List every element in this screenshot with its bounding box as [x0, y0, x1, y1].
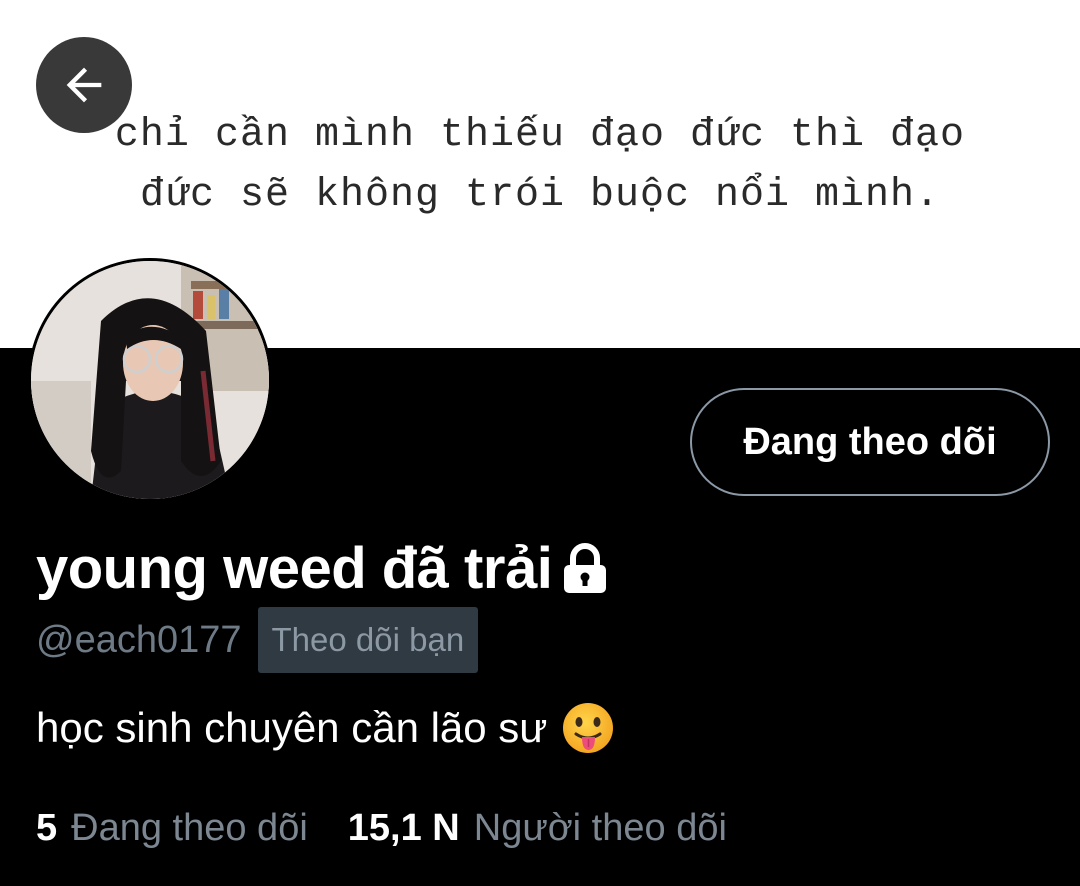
arrow-left-icon: [66, 67, 102, 103]
back-button[interactable]: [36, 37, 132, 133]
followers-label: Người theo dõi: [473, 806, 727, 849]
bio-text: học sinh chuyên cần lão sư: [36, 704, 548, 751]
bio: học sinh chuyên cần lão sư: [36, 700, 615, 756]
display-name: young weed đã trải: [36, 532, 610, 604]
banner-quote-line-2: đức sẽ không trói buộc nổi mình.: [139, 173, 941, 218]
lock-icon: [560, 542, 610, 594]
tongue-out-emoji: [561, 701, 615, 755]
follows-you-badge: Theo dõi bạn: [257, 607, 479, 673]
following-stat[interactable]: 5 Đang theo dõi: [36, 807, 308, 850]
following-label: Đang theo dõi: [71, 806, 308, 849]
avatar[interactable]: [28, 258, 272, 502]
banner-quote-line-1: chỉ cần mình thiếu đạo đức thì đạo: [114, 113, 966, 158]
avatar-photo: [31, 261, 269, 499]
follow-stats: 5 Đang theo dõi 15,1 N Người theo dõi: [36, 800, 767, 856]
followers-count: 15,1 N: [347, 806, 460, 849]
followers-stat[interactable]: 15,1 N Người theo dõi: [348, 807, 727, 850]
username-handle: @each0177: [36, 618, 242, 661]
banner-quote: chỉ cần mình thiếu đạo đức thì đạo đức s…: [0, 106, 1080, 226]
display-name-text: young weed đã trải: [36, 535, 553, 601]
handle-row: @each0177 Theo dõi bạn: [36, 607, 479, 673]
following-button[interactable]: Đang theo dõi: [690, 388, 1050, 496]
following-count: 5: [36, 806, 58, 849]
